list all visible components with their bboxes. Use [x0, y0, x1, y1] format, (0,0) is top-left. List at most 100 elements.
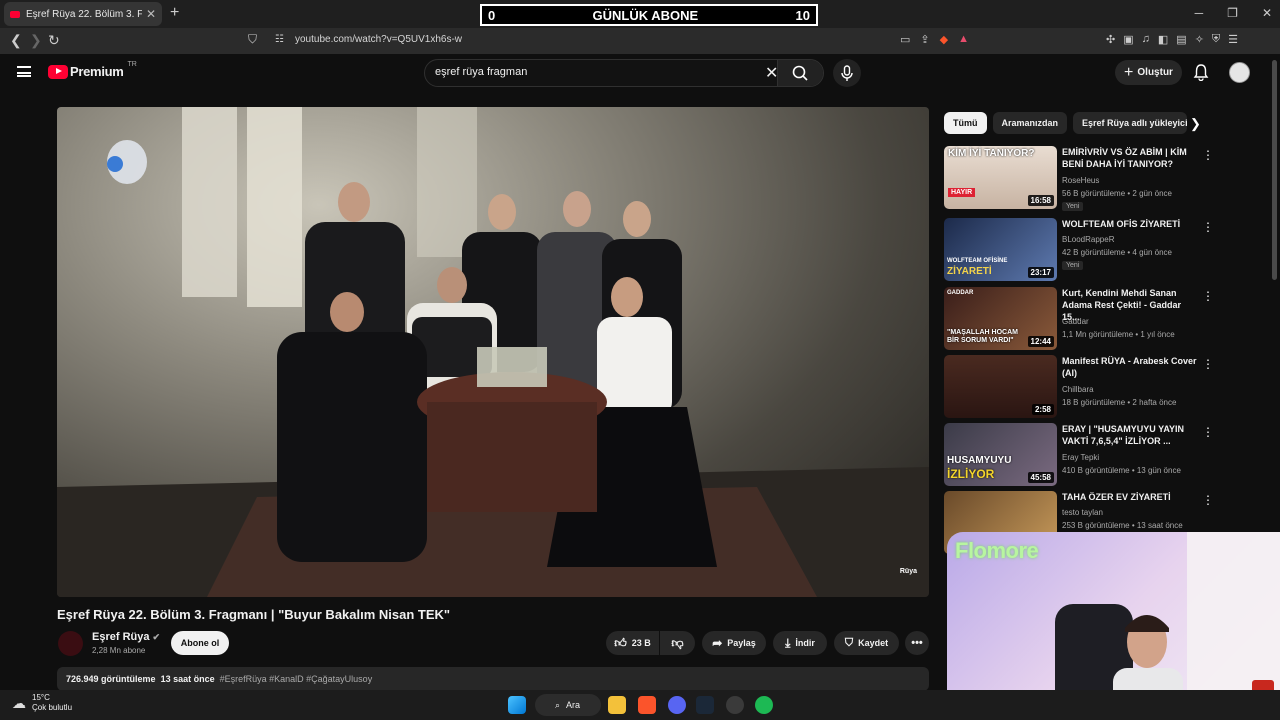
more-vert-icon[interactable]: ⋮: [1202, 289, 1214, 303]
video-title: ERAY | "HUSAMYUYU YAYIN VAKTİ 7,6,5,4" İ…: [1062, 424, 1184, 446]
browser-tab-bar: Eşref Rüya 22. Bölüm 3. Fragmanı ✕ + 0 G…: [0, 0, 1280, 28]
hashtags[interactable]: #EşrefRüya #KanalD #ÇağatayUlusoy: [220, 674, 373, 684]
windows-start-icon[interactable]: [508, 696, 526, 714]
share-button[interactable]: ➦ Paylaş: [702, 631, 766, 655]
search-button[interactable]: [777, 60, 823, 86]
temperature: 15°C: [32, 693, 50, 702]
thumbnail-text: "MAŞALLAH HOCAM BİR SORUM VARDI": [947, 329, 1018, 344]
leo-icon[interactable]: ✧: [1195, 33, 1204, 46]
vpn-icon[interactable]: ⛨: [1212, 33, 1220, 46]
like-button[interactable]: 👍︎ 23 B: [606, 631, 659, 655]
video-thumbnail[interactable]: 2:58: [944, 355, 1057, 418]
video-thumbnail[interactable]: GADDAR "MAŞALLAH HOCAM BİR SORUM VARDI" …: [944, 287, 1057, 350]
file-explorer-icon[interactable]: [608, 696, 626, 714]
weather-condition: Çok bulutlu: [32, 703, 73, 712]
filter-chips: Tümü Aramanızdan Eşref Rüya adlı yükleyi…: [944, 112, 1188, 134]
recommended-video[interactable]: HUSAMYUYU İZLİYOR 45:58 ERAY | "HUSAMYUY…: [944, 423, 1216, 487]
reader-icon[interactable]: ▣: [1123, 33, 1133, 46]
brave-browser-icon[interactable]: [638, 696, 656, 714]
video-meta: 1,1 Mn görüntüleme • 1 yıl önce: [1062, 330, 1175, 339]
recommended-video[interactable]: KİM İYİ TANIYOR? HAYIR 16:58 EMİRİVRİV V…: [944, 146, 1216, 211]
cast-icon[interactable]: ▭: [900, 33, 910, 46]
more-vert-icon[interactable]: ⋮: [1202, 425, 1214, 439]
taskbar-search-label: Ara: [566, 700, 581, 710]
thumbnail-text: İZLİYOR: [947, 467, 995, 481]
restore-icon[interactable]: ❐: [1227, 6, 1238, 20]
new-tab-icon[interactable]: +: [170, 4, 179, 22]
chip-uploader[interactable]: Eşref Rüya adlı yükleyici: [1073, 112, 1188, 134]
video-player[interactable]: Rüya: [57, 107, 929, 597]
account-avatar[interactable]: [1229, 62, 1250, 83]
create-button[interactable]: + Oluştur: [1115, 60, 1182, 85]
subscriber-count: 2,28 Mn abone: [92, 646, 146, 655]
video-thumbnail[interactable]: WOLFTEAM OFİSİNE ZİYARETİ 23:17: [944, 218, 1057, 281]
video-meta: 253 B görüntüleme • 13 saat önce: [1062, 521, 1183, 530]
chip-from-search[interactable]: Aramanızdan: [992, 112, 1068, 134]
bookmark-icon[interactable]: ⛉: [248, 32, 257, 47]
close-tab-icon[interactable]: ✕: [146, 7, 156, 21]
brave-shield-icon[interactable]: ◆: [940, 33, 948, 46]
more-vert-icon[interactable]: ⋮: [1202, 493, 1214, 507]
youtube-favicon-icon: [10, 10, 20, 18]
extensions-icon[interactable]: ✣: [1106, 33, 1115, 46]
subscribe-button[interactable]: Abone ol: [171, 631, 229, 655]
streamer-name: Flomore: [955, 538, 1039, 563]
recommended-video[interactable]: WOLFTEAM OFİSİNE ZİYARETİ 23:17 WOLFTEAM…: [944, 218, 1216, 282]
site-info-icon[interactable]: ☷: [275, 34, 284, 45]
music-icon[interactable]: ♫: [1142, 33, 1150, 46]
menu-icon[interactable]: ☰: [1228, 33, 1238, 46]
forward-icon[interactable]: ❯: [30, 32, 42, 49]
discord-icon[interactable]: [668, 696, 686, 714]
subscriber-counter-overlay: 0 GÜNLÜK ABONE 10: [480, 4, 818, 26]
url-text[interactable]: youtube.com/watch?v=Q5UV1xh6s-w: [295, 34, 462, 45]
chip-all[interactable]: Tümü: [944, 112, 987, 134]
steam-icon[interactable]: [696, 696, 714, 714]
taskbar-search[interactable]: ⌕ Ara: [535, 694, 601, 716]
video-meta: 18 B görüntüleme • 2 hafta önce: [1062, 398, 1177, 407]
dislike-button[interactable]: 👎︎: [660, 631, 695, 655]
video-thumbnail[interactable]: HUSAMYUYU İZLİYOR 45:58: [944, 423, 1057, 486]
new-badge: Yeni: [1062, 261, 1084, 270]
more-vert-icon[interactable]: ⋮: [1202, 357, 1214, 371]
brave-rewards-icon[interactable]: ▲: [958, 33, 969, 46]
browser-tab[interactable]: Eşref Rüya 22. Bölüm 3. Fragmanı ✕: [4, 2, 162, 26]
plus-icon: +: [1124, 63, 1134, 81]
sidebar-icon[interactable]: ◧: [1158, 33, 1168, 46]
channel-watermark: Rüya: [899, 568, 917, 575]
guide-menu-icon[interactable]: [17, 66, 31, 77]
search-input[interactable]: [435, 66, 755, 78]
video-thumbnail[interactable]: KİM İYİ TANIYOR? HAYIR 16:58: [944, 146, 1057, 209]
more-actions-button[interactable]: •••: [905, 631, 929, 655]
microphone-icon: [841, 65, 853, 81]
youtube-premium-logo[interactable]: Premium TR: [48, 61, 137, 79]
obs-icon[interactable]: [726, 696, 744, 714]
more-vert-icon[interactable]: ⋮: [1202, 148, 1214, 162]
logo-region: TR: [127, 61, 137, 68]
video-title: Eşref Rüya 22. Bölüm 3. Fragmanı | "Buyu…: [57, 607, 451, 622]
close-window-icon[interactable]: ✕: [1262, 6, 1272, 20]
reload-icon[interactable]: ↻: [48, 32, 60, 49]
channel-avatar[interactable]: [58, 631, 83, 656]
video-title: WOLFTEAM OFİS ZİYARETİ: [1062, 219, 1181, 229]
wallet-icon[interactable]: ▤: [1176, 33, 1186, 46]
share-icon[interactable]: ⇪: [920, 33, 929, 46]
back-icon[interactable]: ❮: [10, 32, 22, 49]
more-vert-icon[interactable]: ⋮: [1202, 220, 1214, 234]
video-title: EMİRİVRİV VS ÖZ ABİM | KİM BENİ DAHA İYİ…: [1062, 147, 1187, 169]
description-box[interactable]: 726.949 görüntüleme 13 saat önce #EşrefR…: [57, 667, 929, 691]
chevron-right-icon[interactable]: ❯: [1190, 116, 1201, 132]
recommended-video[interactable]: 2:58 Manifest RÜYA - Arabesk Cover (AI) …: [944, 355, 1216, 419]
video-duration: 16:58: [1027, 195, 1054, 206]
minimize-icon[interactable]: ─: [1195, 6, 1204, 20]
channel-name[interactable]: Eşref Rüya ✔: [92, 631, 160, 643]
download-button[interactable]: ⤓ İndir: [773, 631, 827, 655]
voice-search-button[interactable]: [833, 59, 861, 87]
spotify-icon[interactable]: [755, 696, 773, 714]
notifications-button[interactable]: [1193, 63, 1209, 86]
page-scrollbar[interactable]: [1272, 60, 1277, 280]
save-label: Kaydet: [858, 638, 889, 648]
create-label: Oluştur: [1137, 67, 1173, 78]
weather-widget[interactable]: ☁ 15°C Çok bulutlu: [12, 693, 72, 713]
save-button[interactable]: ⛉ Kaydet: [834, 631, 899, 655]
recommended-video[interactable]: GADDAR "MAŞALLAH HOCAM BİR SORUM VARDI" …: [944, 287, 1216, 351]
